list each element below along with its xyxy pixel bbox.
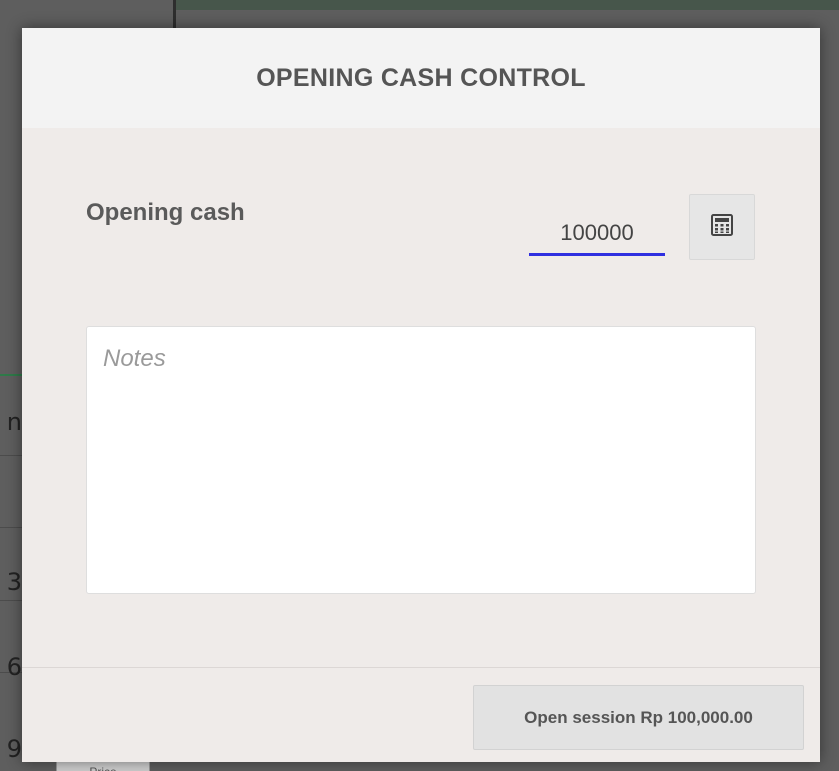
background-header-strip <box>176 0 839 10</box>
background-edge-text: 6 <box>6 653 22 681</box>
background-tab: Price <box>56 762 150 771</box>
background-row-divider <box>0 455 22 456</box>
opening-cash-label: Opening cash <box>86 199 245 226</box>
calculator-icon <box>711 213 733 241</box>
dialog-header: OPENING CASH CONTROL <box>22 28 820 128</box>
background-edge-text: n <box>6 408 22 436</box>
background-row-divider <box>0 600 22 601</box>
background-accent-line <box>0 374 22 376</box>
calculator-button[interactable] <box>689 194 755 260</box>
opening-cash-row: Opening cash <box>86 194 756 262</box>
dialog-title: OPENING CASH CONTROL <box>256 63 586 92</box>
opening-cash-input[interactable] <box>529 212 665 256</box>
background-edge-text: 3 <box>6 568 22 596</box>
notes-textarea[interactable] <box>86 326 756 594</box>
background-row-divider <box>0 527 22 528</box>
open-session-button[interactable]: Open session Rp 100,000.00 <box>473 685 804 750</box>
opening-cash-dialog: OPENING CASH CONTROL Opening cash 100000… <box>22 28 820 762</box>
footer-divider <box>22 667 820 668</box>
background-edge-text: 9 <box>6 735 22 763</box>
